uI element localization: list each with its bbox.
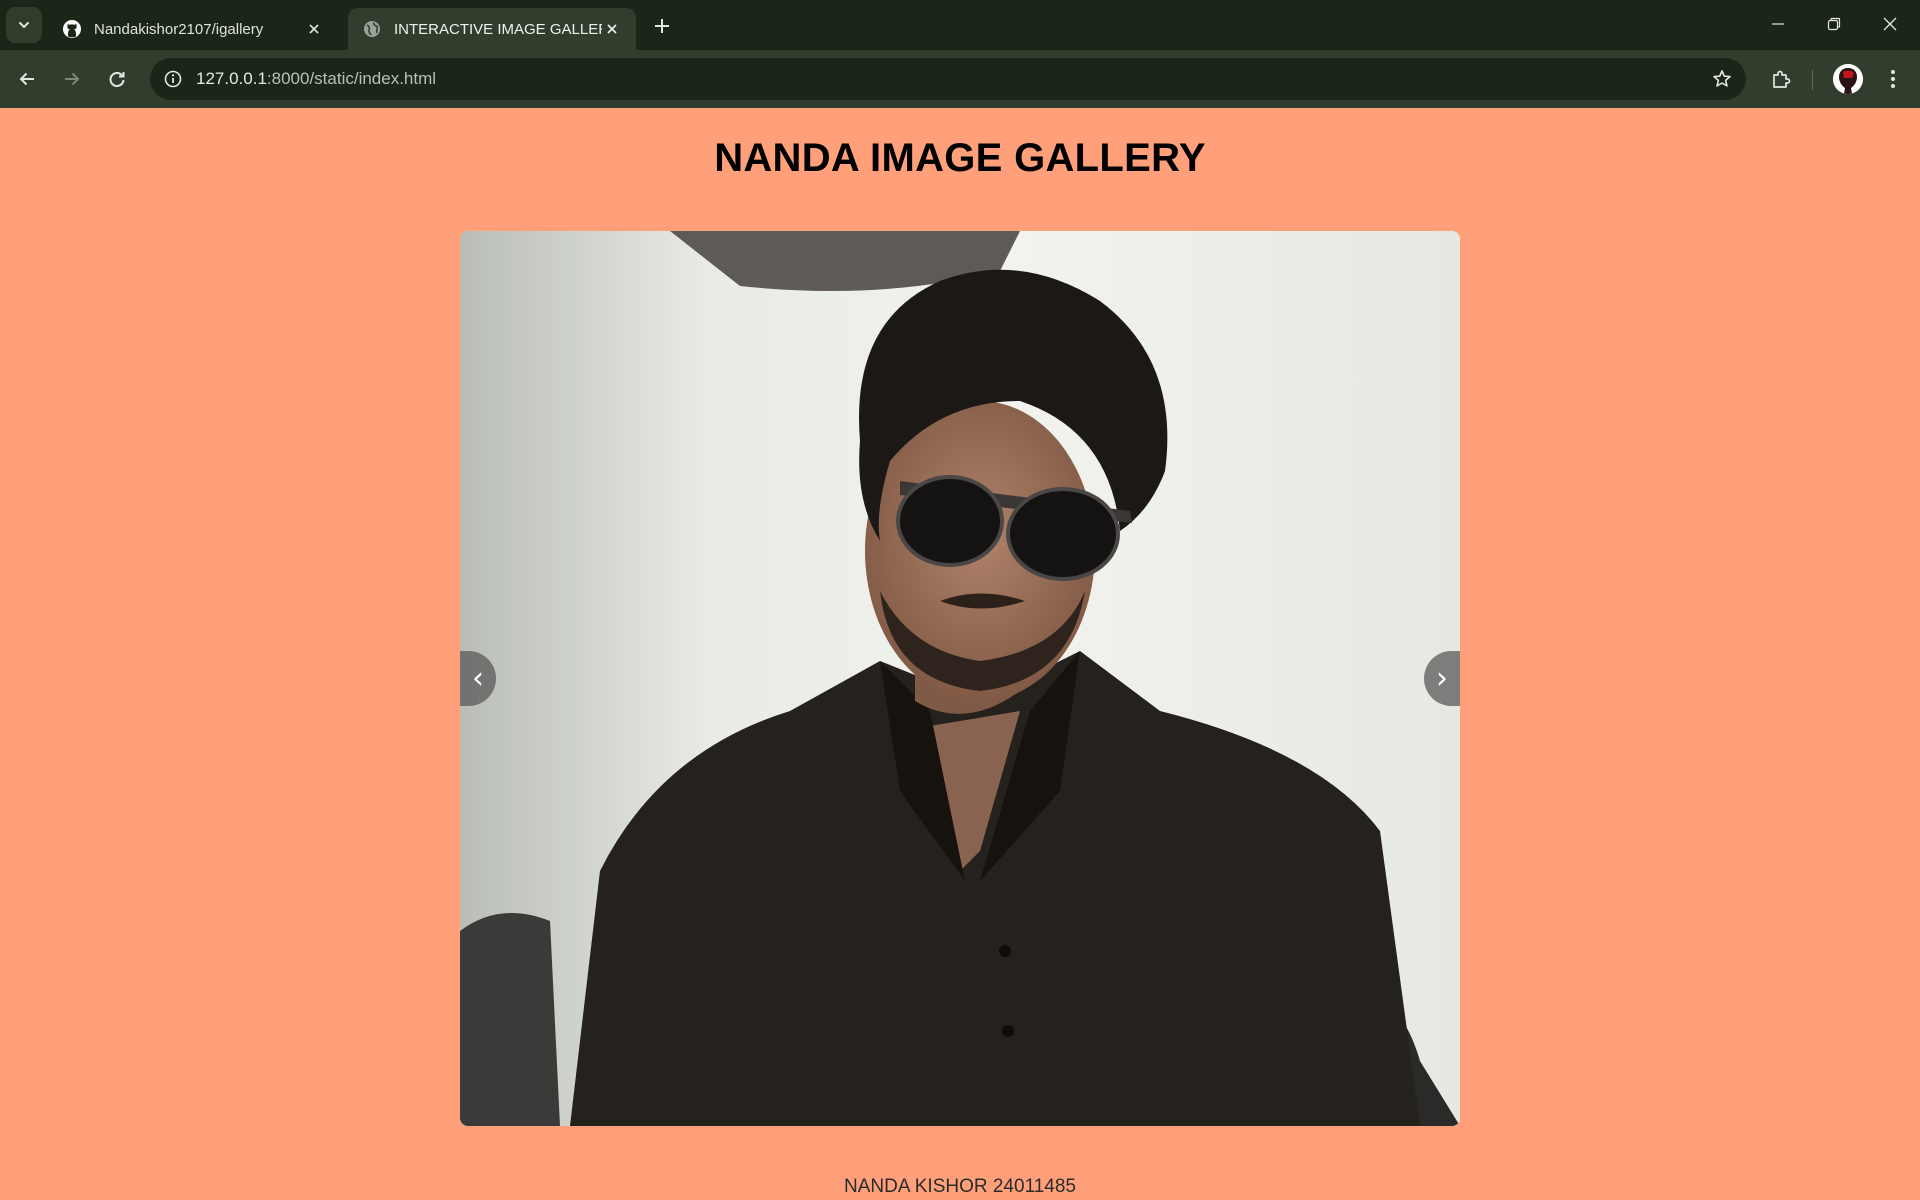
- reload-icon: [109, 72, 125, 87]
- close-icon[interactable]: [304, 19, 324, 39]
- forward-button[interactable]: [54, 61, 90, 97]
- arrow-right-icon: [65, 72, 80, 86]
- restore-icon: [1827, 17, 1841, 31]
- url-text[interactable]: 127.0.0.1:8000/static/index.html: [196, 69, 436, 89]
- back-button[interactable]: [9, 61, 45, 97]
- close-icon: [1883, 17, 1897, 31]
- restore-button[interactable]: [1806, 0, 1862, 48]
- minimize-button[interactable]: [1750, 0, 1806, 48]
- footer-credit: NANDA KISHOR 24011485: [844, 1176, 1076, 1197]
- close-icon[interactable]: [602, 19, 622, 39]
- tab-strip: Nandakishor2107/igallery INTERACTIVE IMA…: [0, 0, 1920, 50]
- page-body: NANDA IMAGE GALLERY ‹ › NANDA KISHOR 240…: [0, 108, 1920, 1200]
- image-slider: ‹ ›: [460, 231, 1460, 1126]
- bookmark-star-icon[interactable]: [1710, 67, 1734, 91]
- new-tab-button[interactable]: [648, 12, 676, 40]
- url-path: :8000/static/index.html: [266, 69, 437, 88]
- plus-icon: [655, 19, 669, 33]
- profile-avatar[interactable]: [1833, 64, 1863, 94]
- close-window-button[interactable]: [1862, 0, 1918, 48]
- globe-icon: [362, 19, 382, 39]
- minimize-icon: [1772, 23, 1784, 25]
- kebab-menu-icon: [1891, 70, 1895, 88]
- chevron-left-icon: ‹: [472, 661, 484, 696]
- tab-gallery[interactable]: INTERACTIVE IMAGE GALLERY: [348, 8, 636, 50]
- url-host: 127.0.0.1: [196, 69, 267, 88]
- menu-button[interactable]: [1875, 61, 1911, 97]
- address-bar[interactable]: 127.0.0.1:8000/static/index.html: [150, 58, 1746, 100]
- toolbar-divider: [1812, 70, 1813, 90]
- tab-title: INTERACTIVE IMAGE GALLERY: [394, 20, 602, 38]
- puzzle-icon: [1773, 70, 1791, 88]
- tab-github[interactable]: Nandakishor2107/igallery: [48, 8, 338, 50]
- browser-toolbar: 127.0.0.1:8000/static/index.html: [0, 50, 1920, 108]
- page-title: NANDA IMAGE GALLERY: [714, 136, 1206, 180]
- gallery-image: [460, 231, 1460, 1126]
- info-icon[interactable]: [160, 66, 186, 92]
- arrow-left-icon: [19, 72, 34, 86]
- chevron-down-icon: [19, 22, 29, 29]
- extensions-button[interactable]: [1763, 61, 1799, 97]
- github-icon: [62, 19, 82, 39]
- tab-search-button[interactable]: [6, 7, 42, 43]
- tab-title: Nandakishor2107/igallery: [94, 20, 264, 38]
- reload-button[interactable]: [99, 61, 135, 97]
- chevron-right-icon: ›: [1436, 661, 1448, 696]
